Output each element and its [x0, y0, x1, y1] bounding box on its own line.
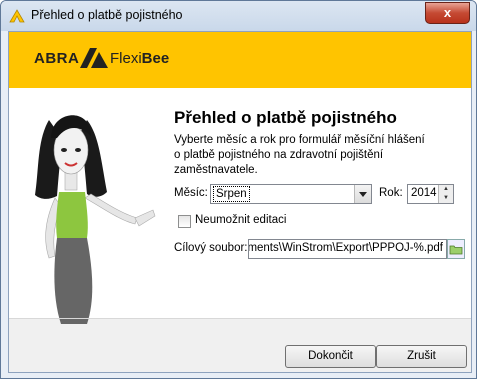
- year-up-button[interactable]: ▲: [439, 185, 453, 194]
- year-spinner[interactable]: 2014 ▲ ▼: [407, 184, 454, 204]
- year-down-button[interactable]: ▼: [439, 194, 453, 203]
- title-bar[interactable]: Přehled o platbě pojistného x: [1, 1, 476, 31]
- dialog-window: Přehled o platbě pojistného x ABRA Flexi…: [0, 0, 477, 379]
- logo-flexibee-text: FlexiBee: [110, 50, 169, 67]
- client-area: ABRA FlexiBee Přehled o platbě pojistnéh…: [8, 31, 472, 373]
- page-description: Vyberte měsíc a rok pro formulář měsíční…: [174, 133, 464, 178]
- month-label: Měsíc:: [174, 187, 208, 199]
- logo-flexi-part: Flexi: [110, 50, 142, 67]
- browse-folder-button[interactable]: [447, 239, 465, 259]
- footer-separator: [9, 318, 471, 319]
- description-line-2: o platbě pojistného na zdravotní pojiště…: [174, 149, 384, 176]
- target-file-input[interactable]: C:\Users\Documents\WinStrom\Export\PPPOJ…: [248, 239, 447, 259]
- logo-abra-text: ABRA: [34, 50, 80, 67]
- disable-edit-checkbox[interactable]: [178, 215, 191, 228]
- logo-mark-icon: [80, 48, 108, 68]
- target-file-label: Cílový soubor:: [174, 242, 248, 254]
- finish-button[interactable]: Dokončit: [285, 345, 376, 368]
- cancel-button[interactable]: Zrušit: [376, 345, 467, 368]
- close-button[interactable]: x: [425, 2, 470, 24]
- wizard-content: Přehled o platbě pojistného Vyberte měsí…: [9, 88, 471, 324]
- close-icon: x: [443, 5, 452, 20]
- target-file-value: C:\Users\Documents\WinStrom\Export\PPPOJ…: [248, 242, 443, 254]
- description-line-1: Vyberte měsíc a rok pro formulář měsíční…: [174, 134, 425, 146]
- brand-banner: ABRA FlexiBee: [9, 32, 471, 88]
- year-spinner-buttons: ▲ ▼: [438, 185, 453, 203]
- page-heading: Přehled o platbě pojistného: [174, 108, 397, 127]
- abra-app-icon: [9, 9, 25, 23]
- logo-bee-part: Bee: [141, 50, 170, 67]
- month-select-value: Srpen: [213, 186, 250, 202]
- disable-edit-label[interactable]: Neumožnit editaci: [195, 214, 286, 226]
- month-select[interactable]: Srpen: [210, 184, 372, 204]
- folder-icon: [449, 245, 463, 255]
- chevron-down-icon: [359, 192, 367, 197]
- window-title: Přehled o platbě pojistného: [31, 8, 183, 22]
- month-dropdown-button[interactable]: [354, 185, 371, 203]
- woman-illustration: [35, 115, 156, 324]
- year-label: Rok:: [379, 187, 403, 199]
- year-value: 2014: [411, 187, 437, 199]
